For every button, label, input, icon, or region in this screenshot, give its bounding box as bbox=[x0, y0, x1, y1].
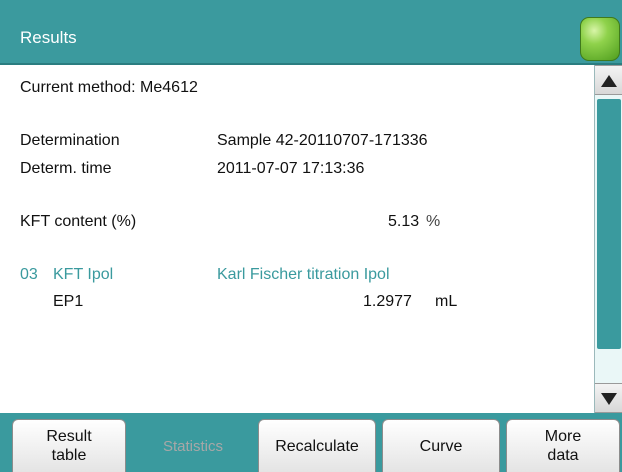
status-led-icon[interactable] bbox=[580, 17, 620, 61]
curve-button[interactable]: Curve bbox=[382, 419, 500, 472]
scroll-down-button[interactable] bbox=[595, 383, 622, 413]
more-data-button[interactable]: More data bbox=[506, 419, 620, 472]
result-table-label: Result table bbox=[46, 428, 92, 464]
determ-time-value: 2011-07-07 17:13:36 bbox=[217, 160, 365, 177]
kft-content-unit: % bbox=[426, 213, 441, 230]
kft-content-label: KFT content (%) bbox=[20, 213, 137, 230]
ep-label: EP1 bbox=[53, 293, 84, 310]
determination-value: Sample 42-20110707-171336 bbox=[217, 132, 428, 149]
triangle-up-icon bbox=[601, 75, 617, 87]
determ-time-label: Determ. time bbox=[20, 160, 112, 177]
page-title: Results bbox=[20, 28, 77, 47]
ep-unit: mL bbox=[435, 293, 458, 310]
command-number: 03 bbox=[20, 266, 38, 283]
ep-value: 1.2977 bbox=[363, 293, 412, 310]
more-data-label: More data bbox=[544, 428, 582, 464]
command-description: Karl Fischer titration Ipol bbox=[217, 266, 390, 283]
result-table-button[interactable]: Result table bbox=[12, 419, 126, 472]
determination-label: Determination bbox=[20, 132, 120, 149]
scroll-thumb[interactable] bbox=[597, 99, 621, 349]
recalculate-button[interactable]: Recalculate bbox=[258, 419, 376, 472]
vertical-scrollbar[interactable] bbox=[594, 65, 622, 413]
command-name: KFT Ipol bbox=[53, 266, 114, 283]
title-bar: Results bbox=[0, 0, 622, 65]
scroll-up-button[interactable] bbox=[595, 65, 622, 95]
triangle-down-icon bbox=[601, 393, 617, 405]
current-method: Current method: Me4612 bbox=[20, 79, 198, 96]
statistics-button: Statistics bbox=[162, 437, 223, 455]
results-panel: Current method: Me4612 Determination Sam… bbox=[8, 65, 594, 413]
function-toolbar: Result table Statistics Recalculate Curve… bbox=[0, 413, 622, 472]
kft-content-value: 5.13 bbox=[388, 213, 420, 230]
